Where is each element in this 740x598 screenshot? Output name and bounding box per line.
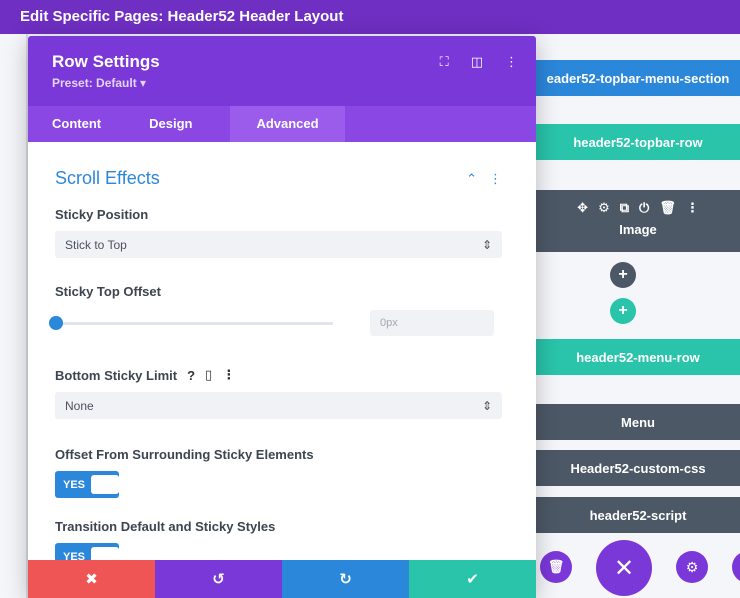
offset-surrounding-toggle[interactable]: YES [55, 471, 119, 498]
sticky-top-offset-label: Sticky Top Offset [55, 284, 161, 299]
section-header[interactable]: Scroll Effects ⌃ ⋮ [55, 168, 502, 189]
more-icon[interactable]: ⋮ [222, 367, 235, 383]
bottom-sticky-limit-row: Bottom Sticky Limit ? ▯ ⋮ [55, 367, 502, 383]
module-script[interactable]: header52-script [536, 497, 740, 533]
module-toolbar: ✥ ⚙ ⧉ ⏻ 🗑 ⋮ [536, 190, 740, 216]
section-controls: ⌃ ⋮ [466, 171, 502, 187]
redo-button[interactable]: ↻ [282, 560, 409, 598]
modal-footer: ✖ ↺ ↻ ✔ [28, 560, 536, 598]
toggle-switch [91, 475, 119, 494]
modal-body: Scroll Effects ⌃ ⋮ Sticky Position Stick… [28, 168, 536, 570]
module-menu[interactable]: Menu [536, 404, 740, 440]
help-icon[interactable]: ? [187, 368, 195, 383]
add-row-icon[interactable]: + [610, 298, 636, 324]
row-topbar[interactable]: header52-topbar-row [536, 124, 740, 160]
duplicate-icon[interactable]: ⧉ [620, 200, 629, 216]
modal-header: Row Settings Preset: Default ▾ ⛶ ◫ ⋮ [28, 36, 536, 106]
more-icon[interactable]: ⋮ [489, 171, 502, 187]
sticky-top-offset-control: 0px [49, 309, 502, 337]
offset-slider[interactable] [49, 315, 333, 330]
preset-dropdown[interactable]: Preset: Default ▾ [52, 76, 536, 90]
section-topbar-menu[interactable]: eader52-topbar-menu-section [536, 60, 740, 96]
trash-icon[interactable]: 🗑 [540, 551, 572, 583]
mobile-icon[interactable]: ▯ [205, 367, 212, 383]
settings-tabs: Content Design Advanced [28, 106, 536, 142]
transition-default-label: Transition Default and Sticky Styles [55, 519, 276, 534]
more-icon[interactable]: ⋮ [505, 54, 518, 70]
close-icon[interactable]: ✕ [596, 540, 652, 596]
gear-icon[interactable]: ⚙ [598, 200, 610, 216]
module-image[interactable]: ✥ ⚙ ⧉ ⏻ 🗑 ⋮ Image [536, 190, 740, 252]
select-arrows-icon: ⇕ [481, 237, 492, 252]
chevron-up-icon[interactable]: ⌃ [466, 171, 477, 187]
tab-advanced[interactable]: Advanced [230, 106, 345, 142]
offset-value-input[interactable]: 0px [370, 310, 494, 336]
section-title: Scroll Effects [55, 168, 160, 188]
sticky-position-select[interactable]: Stick to Top ⇕ [55, 231, 502, 258]
move-icon[interactable]: ✥ [577, 200, 588, 216]
sticky-position-label: Sticky Position [55, 207, 149, 222]
save-button[interactable]: ✔ [409, 560, 536, 598]
toggle-text: YES [63, 478, 86, 491]
tab-design[interactable]: Design [125, 106, 216, 142]
slider-handle[interactable] [49, 315, 63, 330]
header-icons: ⛶ ◫ ⋮ [440, 54, 518, 70]
gear-icon[interactable]: ⚙ [676, 551, 708, 583]
module-custom-css[interactable]: Header52-custom-css [536, 450, 740, 486]
fullscreen-icon[interactable]: ⛶ [440, 54, 449, 70]
module-label: Image [619, 222, 657, 237]
undo-button[interactable]: ↺ [155, 560, 282, 598]
add-module-icon[interactable]: + [610, 262, 636, 288]
select-value: Stick to Top [65, 237, 127, 252]
select-arrows-icon: ⇕ [481, 398, 492, 413]
bottom-sticky-limit-label: Bottom Sticky Limit [55, 367, 178, 383]
split-view-icon[interactable]: ◫ [471, 54, 483, 70]
bottom-sticky-limit-select[interactable]: None ⇕ [55, 392, 502, 419]
cancel-button[interactable]: ✖ [28, 560, 155, 598]
power-icon[interactable]: ⏻ [639, 200, 649, 216]
row-settings-modal: Row Settings Preset: Default ▾ ⛶ ◫ ⋮ Con… [28, 36, 536, 598]
page-title: Edit Specific Pages: Header52 Header Lay… [0, 0, 740, 34]
offset-surrounding-label: Offset From Surrounding Sticky Elements [55, 447, 314, 462]
trash-icon[interactable]: 🗑 [659, 200, 676, 216]
row-menu[interactable]: header52-menu-row [536, 339, 740, 375]
tab-content[interactable]: Content [28, 106, 125, 142]
select-value: None [65, 398, 94, 413]
more-icon[interactable]: ⋮ [686, 200, 699, 216]
